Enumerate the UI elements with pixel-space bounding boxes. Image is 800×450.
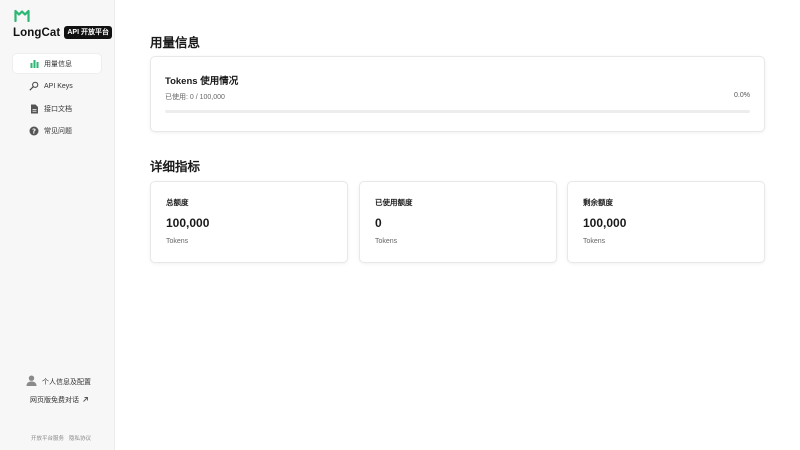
usage-card-title: Tokens 使用情况	[165, 76, 239, 87]
metric-unit: Tokens	[166, 238, 189, 245]
sidebar-item-label: 接口文档	[44, 105, 72, 113]
metric-card-remaining: 剩余额度 100,000 Tokens	[567, 181, 765, 263]
metric-label: 已使用额度	[375, 198, 413, 207]
svg-text:?: ?	[32, 128, 36, 136]
key-icon	[29, 81, 39, 91]
sidebar-item-label: 用量信息	[44, 60, 72, 68]
free-chat-label: 网页版免费对话	[30, 397, 79, 404]
usage-card: Tokens 使用情况 已使用: 0 / 100,000 0.0%	[150, 56, 765, 132]
sidebar-item-label: 常见问题	[44, 128, 72, 135]
sidebar-item-label: API Keys	[44, 82, 73, 90]
metric-value: 100,000	[166, 216, 210, 230]
metric-value: 100,000	[583, 216, 627, 230]
brand: LongCat API 开放平台	[13, 26, 112, 39]
terms-link[interactable]: 开放平台服务	[31, 434, 64, 442]
free-chat-link[interactable]: 网页版免费对话	[30, 395, 89, 405]
usage-progress-bar	[165, 110, 750, 113]
footer-links: 开放平台服务 隐私协议	[31, 434, 91, 442]
main-content: 用量信息 Tokens 使用情况 已使用: 0 / 100,000 0.0% 详…	[115, 0, 800, 450]
metric-value: 0	[375, 216, 382, 230]
sidebar: LongCat API 开放平台 用量信息 API Keys 接口文档 ? 常见…	[0, 0, 115, 450]
user-icon	[26, 373, 37, 391]
longcat-logo-icon[interactable]	[14, 9, 30, 22]
brand-tag: API 开放平台	[64, 26, 112, 39]
profile-settings-link[interactable]: 个人信息及配置	[26, 373, 91, 391]
metric-label: 剩余额度	[583, 198, 613, 207]
privacy-link[interactable]: 隐私协议	[69, 434, 91, 442]
metric-card-used: 已使用额度 0 Tokens	[359, 181, 557, 263]
sidebar-item-api-keys[interactable]: API Keys	[13, 77, 101, 96]
question-icon: ?	[29, 126, 39, 136]
metric-card-total: 总额度 100,000 Tokens	[150, 181, 348, 263]
sidebar-item-docs[interactable]: 接口文档	[13, 99, 101, 118]
metrics-section-title: 详细指标	[150, 160, 201, 174]
usage-detail: 已使用: 0 / 100,000	[165, 94, 225, 101]
bar-chart-icon	[29, 59, 39, 69]
sidebar-nav: 用量信息 API Keys 接口文档 ? 常见问题	[13, 54, 101, 144]
sidebar-item-faq[interactable]: ? 常见问题	[13, 122, 101, 141]
metric-unit: Tokens	[375, 238, 398, 245]
metric-label: 总额度	[166, 198, 189, 207]
document-icon	[29, 104, 39, 114]
profile-label: 个人信息及配置	[42, 379, 91, 386]
metric-unit: Tokens	[583, 238, 606, 245]
usage-section-title: 用量信息	[150, 36, 201, 50]
brand-name: LongCat	[13, 26, 61, 39]
sidebar-item-usage[interactable]: 用量信息	[13, 54, 101, 73]
usage-percent: 0.0%	[734, 92, 750, 99]
external-link-icon	[82, 396, 89, 405]
